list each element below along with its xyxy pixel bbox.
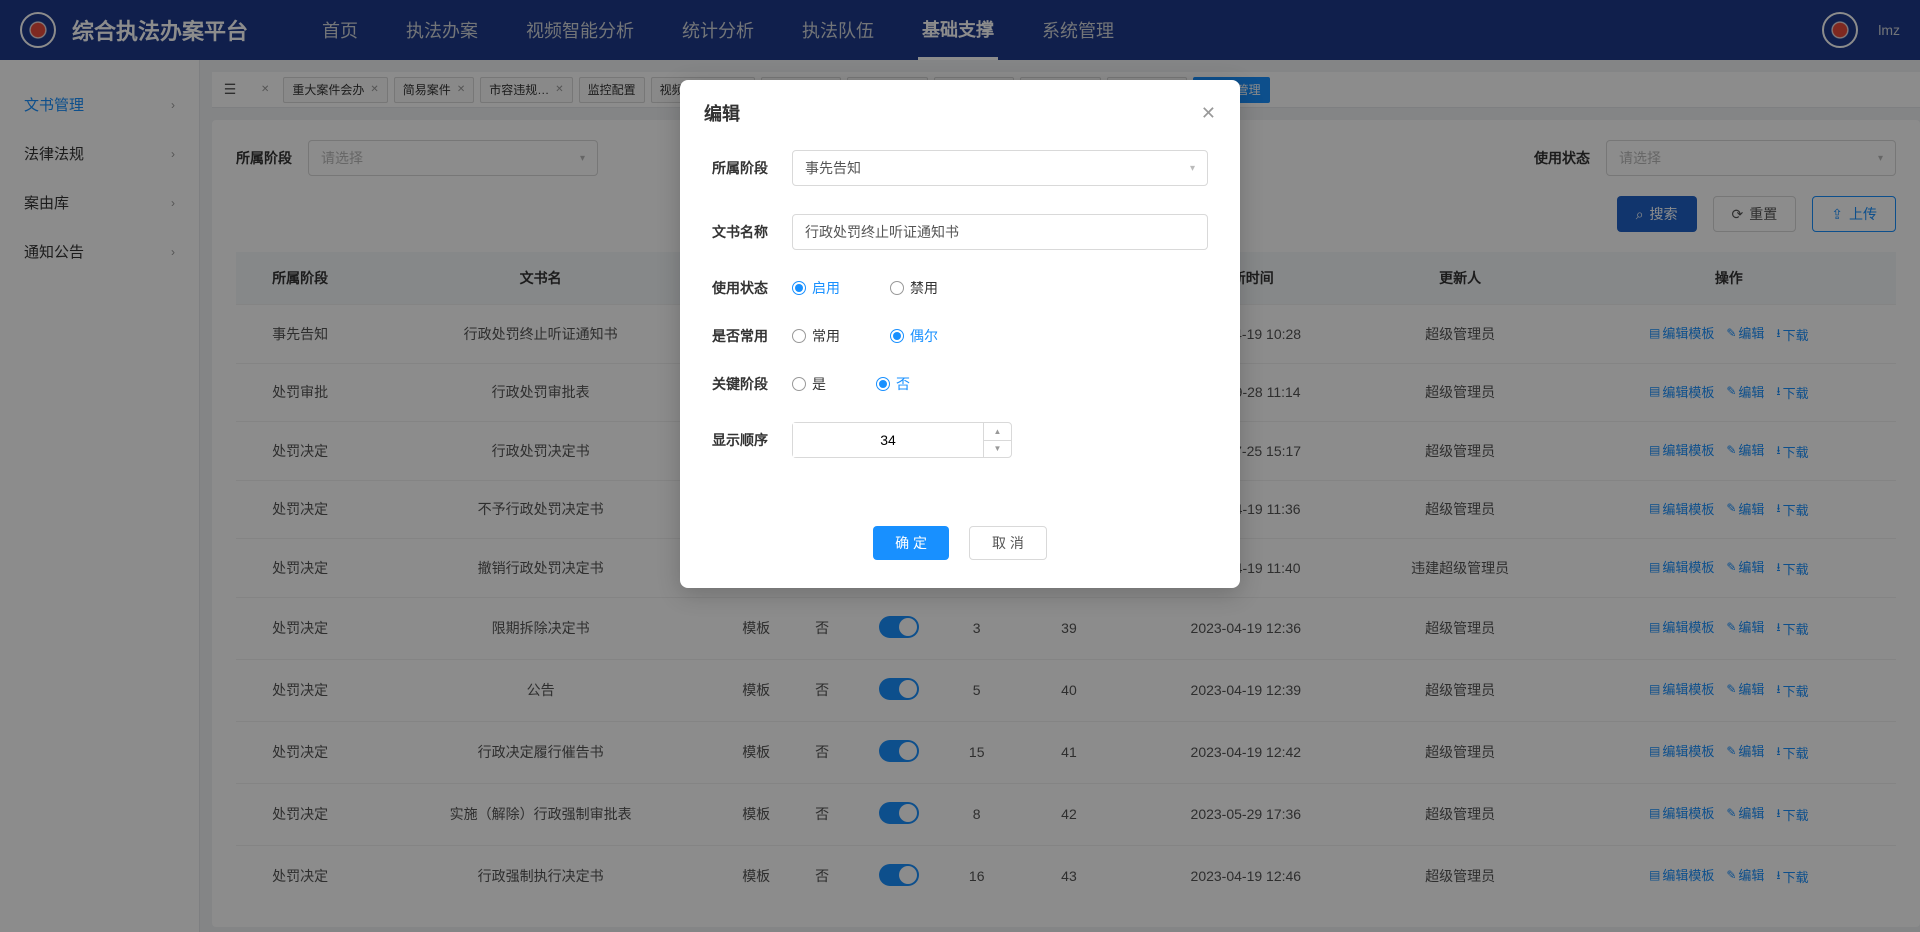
stepper-down-icon[interactable]: ▼ — [984, 441, 1011, 458]
radio-option[interactable]: 启用 — [792, 278, 840, 298]
radio-option[interactable]: 偶尔 — [890, 326, 938, 346]
radio-option[interactable]: 禁用 — [890, 278, 938, 298]
radio-label: 是 — [812, 374, 826, 394]
radio-label: 常用 — [812, 326, 840, 346]
modal-body: 所属阶段 事先告知 ▾ 文书名称 使用状态 启用 禁用 — [680, 138, 1240, 510]
form-stage-select[interactable]: 事先告知 ▾ — [792, 150, 1208, 186]
modal-mask[interactable]: 编辑 ✕ 所属阶段 事先告知 ▾ 文书名称 — [0, 0, 1920, 932]
form-order-stepper[interactable]: ▲ ▼ — [792, 422, 1012, 458]
stepper-up-icon[interactable]: ▲ — [984, 423, 1011, 441]
radio-dot-icon — [890, 281, 904, 295]
close-icon[interactable]: ✕ — [1201, 103, 1216, 124]
radio-option[interactable]: 常用 — [792, 326, 840, 346]
radio-dot-icon — [792, 377, 806, 391]
form-name-label: 文书名称 — [712, 222, 792, 242]
radio-dot-icon — [876, 377, 890, 391]
form-key-radio-group: 是否 — [792, 374, 1208, 394]
cancel-button[interactable]: 取 消 — [969, 526, 1047, 560]
modal-footer: 确 定 取 消 — [680, 510, 1240, 588]
radio-dot-icon — [890, 329, 904, 343]
radio-label: 否 — [896, 374, 910, 394]
form-common-radio-group: 常用 偶尔 — [792, 326, 1208, 346]
radio-dot-icon — [792, 281, 806, 295]
form-name-input[interactable] — [792, 214, 1208, 250]
radio-label: 启用 — [812, 278, 840, 298]
modal-header: 编辑 ✕ — [680, 80, 1240, 138]
form-stage-label: 所属阶段 — [712, 158, 792, 178]
form-common-label: 是否常用 — [712, 326, 792, 346]
confirm-button[interactable]: 确 定 — [873, 526, 949, 560]
form-status-label: 使用状态 — [712, 278, 792, 298]
radio-option[interactable]: 否 — [876, 374, 910, 394]
form-order-label: 显示顺序 — [712, 430, 792, 450]
radio-option[interactable]: 是 — [792, 374, 826, 394]
edit-modal: 编辑 ✕ 所属阶段 事先告知 ▾ 文书名称 — [680, 80, 1240, 588]
chevron-down-icon: ▾ — [1190, 163, 1195, 174]
radio-label: 偶尔 — [910, 326, 938, 346]
form-key-label: 关键阶段 — [712, 374, 792, 394]
radio-label: 禁用 — [910, 278, 938, 298]
modal-title: 编辑 — [704, 100, 740, 126]
form-status-radio-group: 启用 禁用 — [792, 278, 1208, 298]
radio-dot-icon — [792, 329, 806, 343]
